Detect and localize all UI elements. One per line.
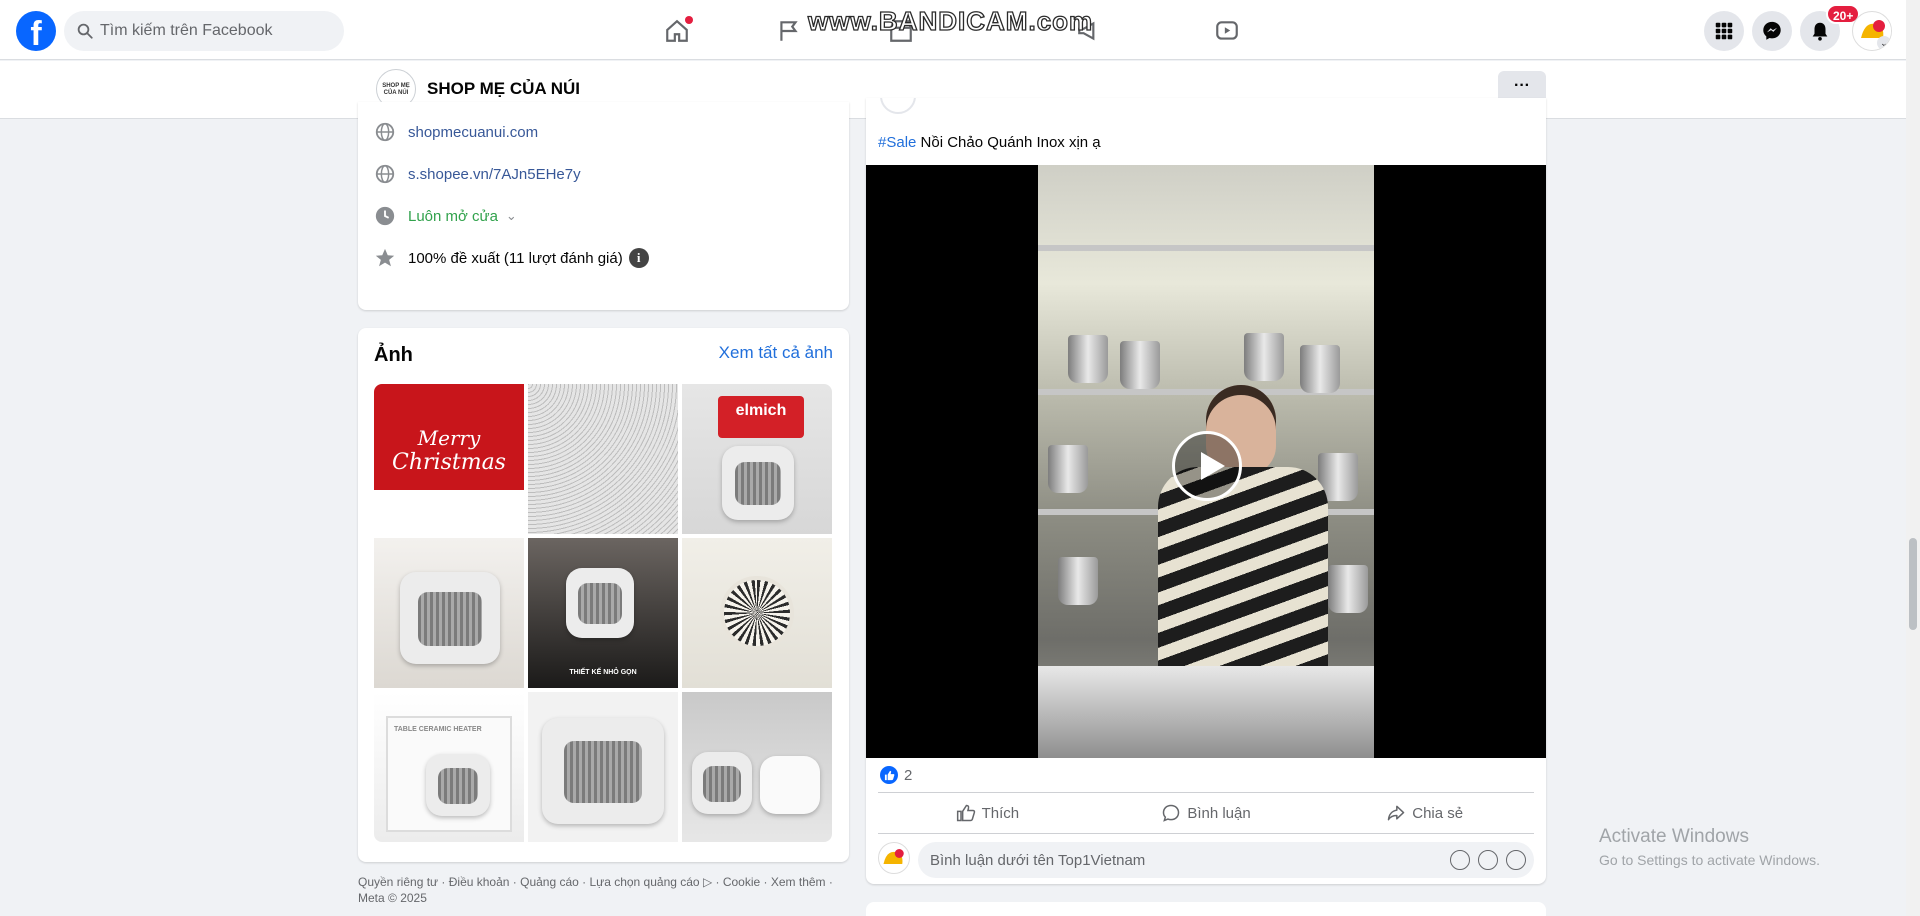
globe-icon [375,164,395,184]
comment-label: Bình luận [1187,804,1251,822]
comment-field[interactable] [918,842,1534,878]
bell-icon [1812,22,1828,41]
info-icon[interactable]: i [628,248,649,268]
share-icon [1388,805,1405,821]
top-navigation-bar: f www.BANDICAM.com 20+ ⌄ [0,0,1906,60]
shopee-row: s.shopee.vn/7AJn5EHe7y [374,162,581,186]
photo-christmas-line2: Christmas [392,450,506,475]
post-author-avatar[interactable] [880,98,916,114]
home-notification-dot [685,16,693,24]
post-hashtag[interactable]: #Sale [878,134,916,151]
page-title[interactable]: SHOP MẸ CỦA NÚI [427,79,580,99]
next-post-card [866,902,1546,916]
messenger-button[interactable] [1752,11,1792,51]
post-text: #Sale Nồi Chảo Quánh Inox xịn ạ [878,134,1101,151]
globe-icon [375,122,395,142]
grid-menu-icon [1715,22,1733,40]
post-card: #Sale Nồi Chảo Quánh Inox xịn ạ 2 Thích … [866,98,1546,884]
rating-text: 100% đề xuất (11 lượt đánh giá) [408,249,623,267]
fan-grille [720,576,794,650]
photo-elmich-heater[interactable]: elmich [682,384,832,534]
see-all-photos-link[interactable]: Xem tất cả ảnh [719,343,833,363]
comment-icon [1163,804,1180,822]
comment-button[interactable]: Bình luận [1097,793,1316,833]
heater-product [722,446,794,520]
hours-row[interactable]: Luôn mở cửa ⌄ [374,204,517,228]
flag-icon [780,21,798,41]
nav-home-tab[interactable] [621,8,733,54]
windows-activation-notice: Activate Windows Go to Settings to activ… [1599,826,1820,868]
facebook-logo-icon[interactable]: f [16,11,56,51]
like-button[interactable]: Thích [878,793,1097,833]
photo-grid: Merry Christmas elmich THIẾT KẾ NHỎ GỌN … [374,384,832,842]
search-icon [77,23,93,39]
activate-subtitle: Go to Settings to activate Windows. [1599,852,1820,868]
website-link[interactable]: shopmecuanui.com [408,124,538,141]
video-icon [1216,21,1238,40]
shopee-link[interactable]: s.shopee.vn/7AJn5EHe7y [408,166,581,183]
photo-heater-front[interactable] [528,692,678,842]
reaction-summary[interactable]: 2 [880,766,912,784]
photo-caption: THIẾT KẾ NHỎ GỌN [569,669,637,676]
commenter-avatar[interactable] [878,842,910,874]
nav-video-tab[interactable] [1171,8,1283,54]
box-label: TABLE CERAMIC HEATER [394,726,482,733]
photo-heater-box[interactable]: TABLE CERAMIC HEATER [374,692,524,842]
post-video[interactable] [866,165,1546,758]
photo-fan-heater[interactable] [682,538,832,688]
star-icon [375,248,395,267]
heater-product [426,754,490,816]
post-body: Nồi Chảo Quánh Inox xịn ạ [916,134,1101,151]
photo-christmas[interactable]: Merry Christmas [374,384,524,534]
bandicam-watermark: www.BANDICAM.com [807,5,1094,36]
photo-heater-pair[interactable] [682,692,832,842]
page-scrollbar[interactable] [1906,0,1920,916]
chevron-down-icon: ⌄ [1877,36,1891,50]
intro-card: shopmecuanui.com s.shopee.vn/7AJn5EHe7y … [358,102,849,310]
post-actions: Thích Bình luận Chia sẻ [878,792,1534,834]
menu-button[interactable] [1704,11,1744,51]
heater-product [400,572,500,664]
emoji-icon[interactable] [1478,850,1498,870]
chevron-down-icon: ⌄ [505,208,517,223]
like-reaction-icon [880,766,898,784]
hours-status: Luôn mở cửa [408,207,498,225]
like-count: 2 [904,766,913,784]
photo-heater-grille[interactable] [528,384,678,534]
rating-row: 100% đề xuất (11 lượt đánh giá) i [374,246,649,270]
share-button[interactable]: Chia sẻ [1315,793,1534,833]
snow-band [374,490,524,534]
comment-tools [1450,850,1526,870]
account-avatar[interactable]: ⌄ [1852,11,1892,51]
play-icon[interactable] [1172,431,1242,501]
photo-compact-design[interactable]: THIẾT KẾ NHỎ GỌN [528,538,678,688]
clock-icon [375,206,395,226]
thumbs-up-icon [956,804,975,822]
website-row: shopmecuanui.com [374,120,538,144]
heater-product [566,568,634,638]
messenger-icon [1763,21,1781,40]
scrollbar-thumb[interactable] [1909,538,1917,630]
pots-foreground [1038,666,1374,758]
search-input[interactable] [100,11,336,51]
heater-product [542,718,664,824]
photo-heater-side[interactable] [374,538,524,688]
comment-input[interactable] [930,842,1430,878]
sticker-icon[interactable] [1506,850,1526,870]
share-label: Chia sẻ [1412,804,1464,822]
like-label: Thích [981,804,1020,822]
avatar-sticker-icon[interactable] [1450,850,1470,870]
heater-box [760,756,820,814]
photo-christmas-line1: Merry [417,426,481,450]
photos-title: Ảnh [374,344,413,366]
search-box[interactable] [64,11,344,51]
comment-composer [878,842,1534,878]
footer-links[interactable]: Quyền riêng tư · Điều khoản · Quảng cáo … [358,874,849,906]
heater-product [692,752,752,814]
photos-card: Ảnh Xem tất cả ảnh Merry Christmas elmic… [358,328,849,862]
elmich-sign: elmich [718,396,804,438]
activate-title: Activate Windows [1599,826,1749,847]
